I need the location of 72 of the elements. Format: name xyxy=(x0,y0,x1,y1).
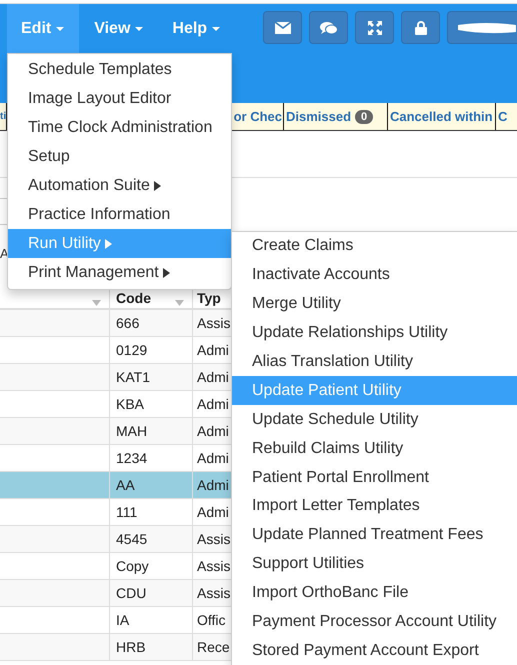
menu-item[interactable]: Image Layout Editor xyxy=(8,84,231,114)
menu-item[interactable]: Rebuild Claims Utility xyxy=(232,434,517,464)
table-cell: 4545 xyxy=(116,531,148,547)
table-cell: AA xyxy=(116,477,135,493)
sort-icon xyxy=(92,300,101,306)
table-row[interactable]: KAT1 Admi xyxy=(0,364,231,391)
toolbar-button[interactable] xyxy=(355,11,394,44)
menu-item[interactable]: Automation Suite xyxy=(8,172,231,200)
table-cell: Copy xyxy=(116,558,149,574)
redaction-icon xyxy=(456,22,516,34)
status-tab[interactable]: Dismissed 0 xyxy=(284,103,388,130)
table-cell: HRB xyxy=(116,639,146,655)
mail-icon xyxy=(274,22,290,34)
table-row[interactable]: CDU Assis xyxy=(0,580,231,607)
menu-item[interactable]: Import OrthoBanc File xyxy=(232,578,517,608)
menu-item[interactable]: Update Schedule Utility xyxy=(232,405,517,434)
table-cell: IA xyxy=(116,612,130,628)
menu-item[interactable]: Schedule Templates xyxy=(8,56,231,85)
table-row[interactable]: HRB Rece xyxy=(0,634,231,661)
table-cell: Admi xyxy=(197,423,229,439)
caret-icon xyxy=(212,27,220,31)
menu-item[interactable]: Stored Payment Account Export xyxy=(232,636,517,665)
table-cell: 666 xyxy=(116,315,140,331)
caret-icon xyxy=(56,27,64,31)
table-cell: Assis xyxy=(197,315,230,331)
lock-icon xyxy=(414,20,426,34)
table-cell: Admi xyxy=(197,450,229,466)
menu-item[interactable]: Merge Utility xyxy=(232,290,517,319)
table-cell: 111 xyxy=(116,504,138,520)
menu-item[interactable]: Practice Information xyxy=(8,200,231,230)
expand-icon xyxy=(368,20,382,34)
toolbar-button[interactable] xyxy=(401,11,440,44)
chat-icon xyxy=(320,20,338,34)
user-button[interactable] xyxy=(447,11,517,44)
menu-item[interactable]: Import Letter Templates xyxy=(232,492,517,521)
table-row[interactable]: MAH Admi xyxy=(0,418,231,445)
menu-item[interactable]: Create Claims xyxy=(232,232,517,261)
table-cell: Admi xyxy=(197,342,229,358)
table-cell: Rece xyxy=(197,639,230,655)
menu-item[interactable]: Patient Portal Enrollment xyxy=(232,463,517,492)
table-cell: Admi xyxy=(197,477,229,493)
toolbar-button[interactable] xyxy=(309,11,348,44)
table-cell: Admi xyxy=(197,504,229,520)
status-tab[interactable]: Cancelled within xyxy=(388,103,496,130)
table-row[interactable]: 4545 Assis xyxy=(0,526,231,553)
table-cell: CDU xyxy=(116,585,146,601)
menu-item[interactable]: Inactivate Accounts xyxy=(232,260,517,290)
sort-icon xyxy=(175,300,184,306)
toolbar-button[interactable] xyxy=(263,11,302,44)
table-cell: MAH xyxy=(116,423,148,439)
menu-item[interactable]: Payment Processor Account Utility xyxy=(232,608,517,636)
table-cell: Admi xyxy=(197,369,229,385)
count-badge: 0 xyxy=(355,110,374,124)
table-cell: Admi xyxy=(197,396,229,412)
table-cell: KBA xyxy=(116,396,144,412)
table-cell: Assis xyxy=(197,531,230,547)
caret-icon xyxy=(135,27,144,31)
status-tab[interactable]: C xyxy=(496,103,517,130)
table-cell: Assis xyxy=(197,558,230,574)
menu-item[interactable]: Update Planned Treatment Fees xyxy=(232,520,517,550)
menu-item[interactable]: Update Relationships Utility xyxy=(232,318,517,348)
table-cell: 1234 xyxy=(116,450,148,466)
menu-item[interactable]: Setup xyxy=(8,142,231,172)
table-cell: KAT1 xyxy=(116,369,150,385)
table-cell: Assis xyxy=(197,585,230,601)
table-row[interactable]: AA Admi xyxy=(0,472,231,499)
menu-item[interactable]: Time Clock Administration xyxy=(8,114,231,143)
table-row[interactable]: 666 Assis xyxy=(0,310,231,337)
table-cell: Offic xyxy=(197,612,226,628)
table-cell: 0129 xyxy=(116,342,148,358)
menu-item[interactable]: Alias Translation Utility xyxy=(232,348,517,376)
menu-item[interactable]: Support Utilities xyxy=(232,550,517,579)
